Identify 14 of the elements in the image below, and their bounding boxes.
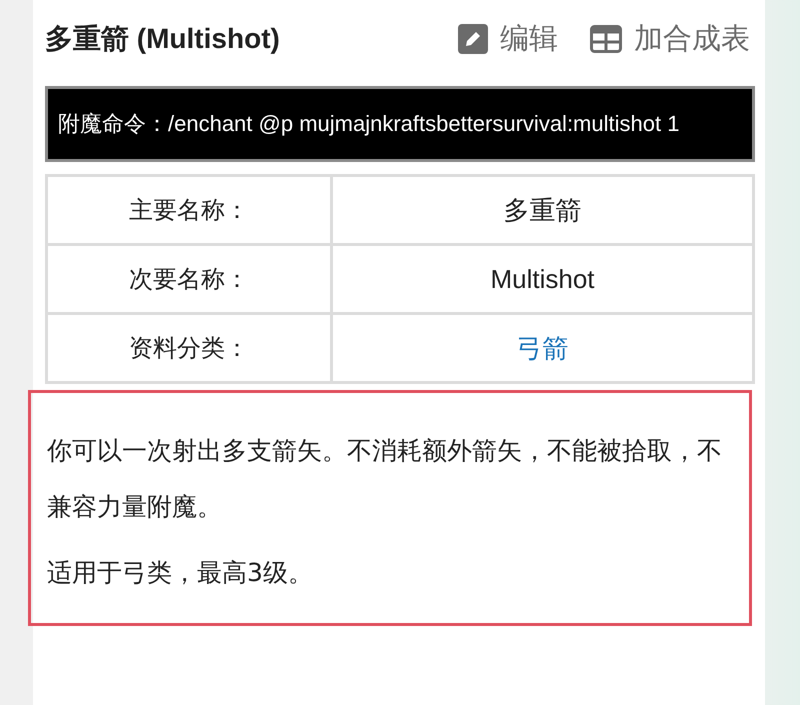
table-cell: Multishot: [332, 244, 754, 314]
add-table-link[interactable]: 加合成表: [590, 19, 750, 59]
pencil-icon: [458, 24, 488, 54]
page-title: 多重箭 (Multishot): [45, 22, 280, 56]
table-icon: [590, 25, 622, 53]
edit-link[interactable]: 编辑: [458, 19, 558, 59]
table-cell: 主要名称：: [46, 176, 332, 244]
table-cell: 资料分类：: [46, 314, 332, 382]
category-link[interactable]: 弓箭: [516, 332, 568, 362]
description-text: 适用于弓类，最高3级。: [47, 557, 314, 589]
table-cell: 次要名称：: [46, 244, 332, 314]
description-text: 你可以一次射出多支箭矢。不消耗额外箭矢，不能被拾取，不兼容力量附魔。: [47, 435, 723, 523]
command-box: 附魔命令：/enchant @p mujmajnkraftsbettersurvival:multishot 1: [45, 86, 755, 162]
table-cell: 多重箭: [332, 176, 754, 244]
